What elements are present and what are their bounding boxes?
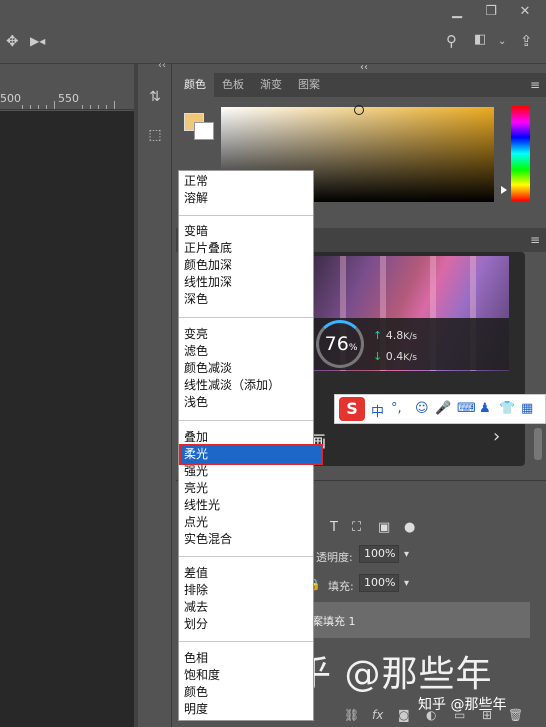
menu-separator [179, 317, 313, 318]
usage-percent: 76% [324, 333, 358, 355]
blend-mode-item[interactable]: 排除 [184, 582, 208, 599]
menu-separator [179, 420, 313, 421]
workspace-icon[interactable]: ◧ [474, 32, 486, 47]
history-icon[interactable]: ⇅ [144, 86, 166, 108]
emoji-icon[interactable]: ☺ [415, 401, 429, 416]
blend-mode-item[interactable]: 变亮 [184, 326, 208, 343]
color-picker-cursor[interactable] [354, 105, 364, 115]
blend-mode-item[interactable]: 滤色 [184, 343, 208, 360]
blend-mode-item[interactable]: 划分 [184, 616, 208, 633]
hue-slider[interactable] [511, 106, 530, 201]
sogou-logo[interactable]: S [339, 397, 365, 421]
options-bar: ✥ ▶◂ ⚲ ◧ ⌄ ⇪ [0, 22, 546, 64]
watermark-small: 知乎 @那些年 [418, 697, 507, 713]
blend-mode-item[interactable]: 颜色减淡 [184, 360, 232, 377]
panel-menu-icon[interactable]: ≡ [530, 78, 540, 92]
search-icon[interactable]: ⚲ [446, 32, 457, 50]
blend-mode-item[interactable]: 明度 [184, 701, 208, 718]
blend-mode-item[interactable]: 色相 [184, 650, 208, 667]
fill-label: 填充: [328, 580, 354, 593]
blend-mode-item[interactable]: 线性光 [184, 497, 220, 514]
background-color-swatch[interactable] [194, 122, 214, 140]
keyboard-icon[interactable]: ⌨ [457, 401, 476, 416]
punctuation-icon[interactable]: °, [391, 401, 402, 416]
tab-gradients[interactable]: 渐变 [252, 73, 290, 97]
fx-button[interactable]: fx [372, 708, 383, 722]
download-speed: ↓ 0.4K/s [373, 350, 418, 363]
blend-mode-item[interactable]: 颜色 [184, 684, 208, 701]
ime-toolbar: S 中 °, ☺ 🎤 ⌨ ♟ 👕 ▦ [334, 394, 546, 424]
restore-icon[interactable]: ❐ [474, 0, 508, 22]
blend-mode-item[interactable]: 点光 [184, 514, 208, 531]
blend-mode-item[interactable]: 深色 [184, 291, 208, 308]
ime-mode[interactable]: 中 [371, 401, 384, 420]
blend-mode-item[interactable]: 叠加 [184, 429, 208, 446]
menu-separator [179, 556, 313, 557]
blend-mode-item[interactable]: 强光 [184, 463, 208, 480]
layer-row[interactable]: 案填充 1 [300, 602, 530, 638]
collapse-arrows-icon[interactable]: ‹‹ [158, 60, 166, 71]
ruler-label: 550 [58, 92, 79, 105]
blend-mode-dropdown[interactable]: 正常 溶解 变暗 正片叠底 颜色加深 线性加深 深色 变亮 滤色 颜色减淡 线性… [178, 170, 323, 721]
chevron-down-icon[interactable]: ▾ [404, 549, 409, 560]
user-icon[interactable]: ♟ [479, 401, 491, 416]
upload-arrow-icon: ↑ [373, 329, 383, 342]
link-layers-icon[interactable]: ⛓ [344, 708, 359, 722]
ruler-label: 500 [0, 92, 21, 105]
share-icon[interactable]: ⇪ [520, 32, 533, 50]
filter-toggle-icon[interactable]: ● [404, 520, 415, 535]
blend-mode-item[interactable]: 减去 [184, 599, 208, 616]
blend-mode-item[interactable]: 线性减淡（添加） [184, 377, 280, 394]
collapsed-panel-dock: ‹‹ ⇅ ⬚ [138, 60, 172, 727]
chevron-right-icon[interactable]: › [493, 426, 500, 447]
blend-mode-item-selected[interactable]: 柔光 [179, 444, 323, 465]
smart-object-filter-icon[interactable]: ▣ [378, 520, 390, 535]
shape-filter-icon[interactable]: ⛶ [352, 520, 361, 535]
hue-slider-handle[interactable] [501, 186, 507, 194]
add-mask-icon[interactable]: ◙ [398, 708, 410, 722]
blend-mode-item[interactable]: 正片叠底 [184, 240, 232, 257]
layer-name: 案填充 1 [312, 615, 356, 628]
opacity-label: 透明度: [316, 551, 353, 564]
title-bar: ▁ ❐ ✕ [0, 0, 546, 22]
chevron-down-icon[interactable]: ⌄ [498, 36, 506, 47]
panel-menu-icon[interactable]: ≡ [530, 233, 540, 247]
3d-cube-icon[interactable]: ⬚ [144, 124, 166, 146]
panel-scrollbar[interactable] [534, 428, 542, 460]
collapse-arrows-icon[interactable]: ‹‹ [360, 62, 368, 73]
skin-icon[interactable]: 👕 [499, 401, 515, 416]
menu-separator [179, 215, 313, 216]
tab-patterns[interactable]: 图案 [290, 73, 328, 97]
blend-mode-item[interactable]: 变暗 [184, 223, 208, 240]
blend-mode-item[interactable]: 饱和度 [184, 667, 220, 684]
toolbox-icon[interactable]: ▦ [521, 401, 533, 416]
color-panel-tabs: 颜色 色板 渐变 图案 ≡ [176, 73, 546, 97]
fill-input[interactable]: 100% [359, 574, 399, 592]
close-icon[interactable]: ✕ [508, 0, 542, 22]
horizontal-ruler: 500 550 [0, 90, 134, 110]
blend-mode-item[interactable]: 浅色 [184, 394, 208, 411]
blend-mode-item[interactable]: 线性加深 [184, 274, 232, 291]
document-canvas[interactable] [0, 111, 134, 727]
microphone-icon[interactable]: 🎤 [435, 401, 451, 416]
blend-mode-item[interactable]: 颜色加深 [184, 257, 232, 274]
chevron-down-icon[interactable]: ▾ [404, 578, 409, 589]
blend-mode-item[interactable]: 溶解 [184, 190, 208, 207]
blend-mode-item[interactable]: 差值 [184, 565, 208, 582]
tab-color[interactable]: 颜色 [176, 73, 214, 97]
move-3d-icon[interactable]: ✥ [6, 32, 19, 50]
tab-swatches[interactable]: 色板 [214, 73, 252, 97]
blend-mode-item[interactable]: 亮光 [184, 480, 208, 497]
blend-mode-item[interactable]: 实色混合 [184, 531, 232, 548]
upload-speed: ↑ 4.8K/s [373, 329, 418, 342]
video-camera-icon[interactable]: ▶◂ [30, 34, 45, 48]
opacity-input[interactable]: 100% [359, 545, 399, 563]
blend-mode-item[interactable]: 正常 [184, 173, 208, 190]
download-arrow-icon: ↓ [373, 350, 383, 363]
minimize-icon[interactable]: ▁ [440, 0, 474, 22]
menu-separator [179, 641, 313, 642]
trash-icon[interactable]: 🗑 [508, 708, 523, 722]
type-filter-icon[interactable]: T [330, 520, 338, 535]
